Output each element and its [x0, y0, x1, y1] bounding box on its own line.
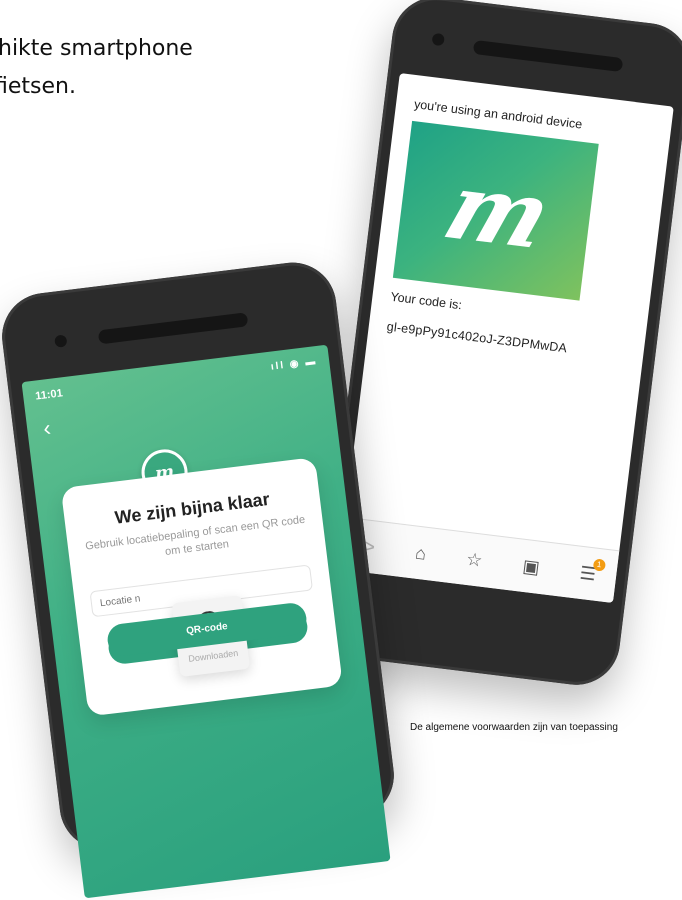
ios-phone: 11:01 ıll ◉ ▬ ‹ m We zijn bijna klaar Ge… — [0, 257, 399, 899]
camera-icon — [431, 32, 445, 47]
android-screen: you're using an android device m Your co… — [338, 73, 674, 603]
background-line-2: fietsen. — [0, 74, 76, 99]
speaker-grille — [472, 39, 624, 73]
app-logo: m — [392, 120, 599, 301]
status-bar: 11:01 ıll ◉ ▬ — [35, 356, 319, 406]
background-line-1: hikte smartphone — [0, 36, 193, 61]
code-label: Your code is: — [389, 289, 463, 313]
home-icon[interactable]: ⌂ — [414, 542, 427, 564]
android-phone: you're using an android device m Your co… — [316, 0, 682, 690]
camera-icon — [54, 334, 68, 348]
browser-nav-bar: > ⌂ ☆ ▣ ☰ 1 — [338, 516, 620, 603]
signal-wifi-battery-icon: ıll ◉ ▬ — [270, 356, 318, 373]
ios-screen: 11:01 ıll ◉ ▬ ‹ m We zijn bijna klaar Ge… — [21, 344, 391, 899]
m-logo-icon: m — [432, 153, 560, 269]
terms-notice: De algemene voorwaarden zijn van toepass… — [410, 722, 618, 733]
onboarding-card: We zijn bijna klaar Gebruik locatiebepal… — [60, 457, 343, 717]
menu-icon[interactable]: ☰ 1 — [579, 557, 606, 585]
back-icon[interactable]: ‹ — [42, 415, 52, 442]
notification-badge: 1 — [592, 557, 606, 572]
star-icon[interactable]: ☆ — [465, 548, 483, 571]
access-code: gl-e9pPy91c402oJ-Z3DPMwDA — [386, 319, 568, 356]
speaker-grille — [97, 312, 249, 345]
spinner-label: Downloaden — [187, 647, 239, 664]
tabs-icon[interactable]: ▣ — [521, 555, 541, 578]
status-time: 11:01 — [34, 387, 64, 403]
background-text: hikte smartphone fietsen. — [0, 30, 330, 106]
